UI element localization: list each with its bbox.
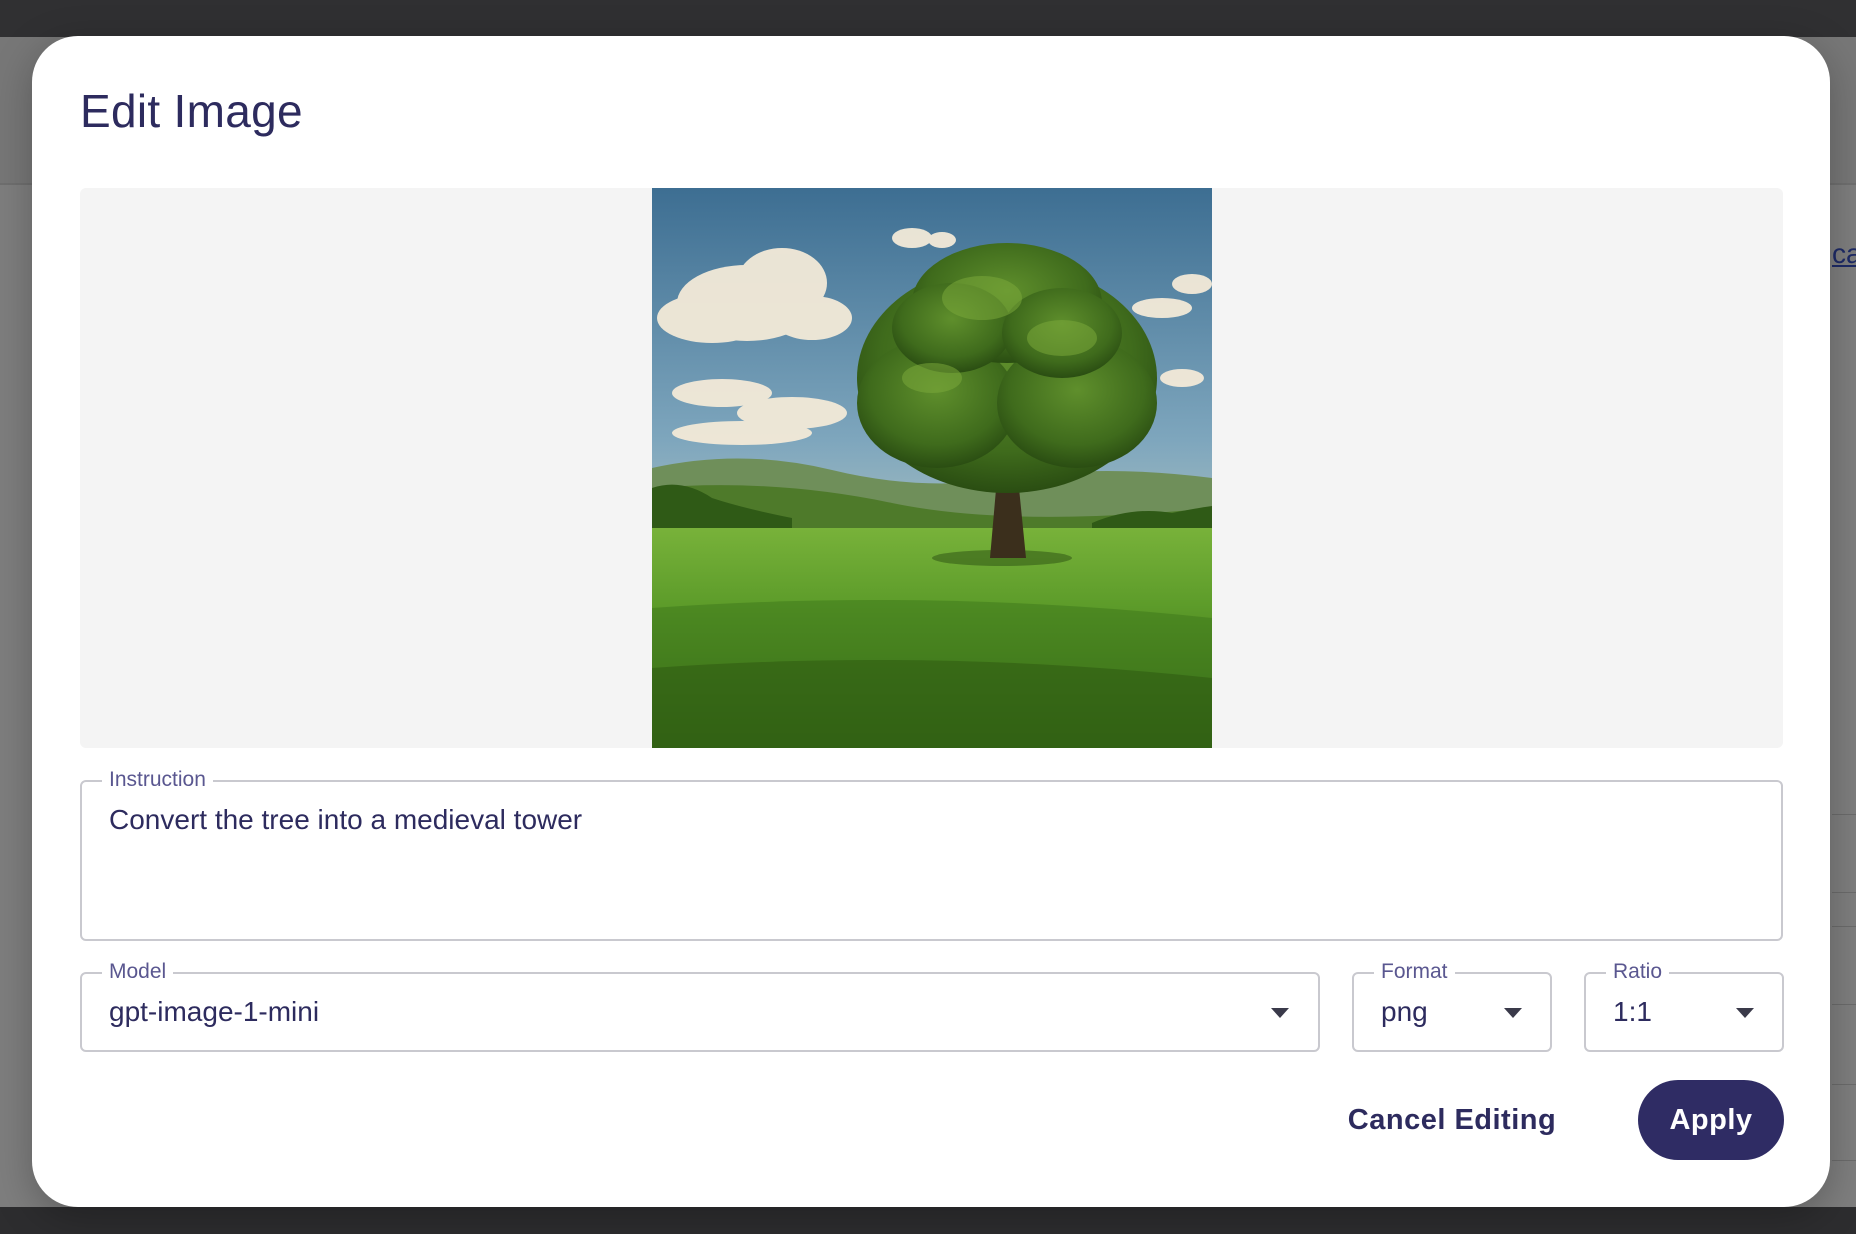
image-preview-area <box>80 188 1783 748</box>
background-divider <box>1832 814 1856 815</box>
background-divider <box>1832 1004 1856 1005</box>
model-label: Model <box>102 960 174 984</box>
dialog-title: Edit Image <box>80 85 303 137</box>
background-link: ca <box>1832 238 1856 269</box>
background-bottom-bar <box>0 1207 1856 1234</box>
background-divider <box>1832 1084 1856 1085</box>
chevron-down-icon[interactable] <box>1504 1008 1522 1018</box>
instruction-field[interactable]: Instruction Convert the tree into a medi… <box>80 768 1783 941</box>
chevron-down-icon[interactable] <box>1736 1008 1754 1018</box>
format-value: png <box>1381 996 1428 1027</box>
chevron-down-icon[interactable] <box>1271 1008 1289 1018</box>
background-divider <box>1832 926 1856 927</box>
apply-button[interactable]: Apply <box>1638 1080 1784 1160</box>
cancel-editing-button[interactable]: Cancel Editing <box>1342 1080 1562 1160</box>
model-value: gpt-image-1-mini <box>109 996 320 1027</box>
format-select[interactable]: Format png <box>1352 960 1552 1052</box>
ratio-select[interactable]: Ratio 1:1 <box>1584 960 1784 1052</box>
instruction-label: Instruction <box>102 768 213 792</box>
background-top-bar <box>0 0 1856 37</box>
preview-image <box>652 188 1212 748</box>
edit-image-dialog: Edit Image Instruction Convert the tree … <box>32 36 1830 1207</box>
background-divider <box>1832 1160 1856 1161</box>
instruction-value[interactable]: Convert the tree into a medieval tower <box>109 804 582 836</box>
format-label: Format <box>1374 960 1455 984</box>
ratio-label: Ratio <box>1606 960 1670 984</box>
model-select[interactable]: Model gpt-image-1-mini <box>80 960 1320 1052</box>
ratio-value: 1:1 <box>1613 996 1652 1027</box>
background-divider <box>1832 892 1856 893</box>
